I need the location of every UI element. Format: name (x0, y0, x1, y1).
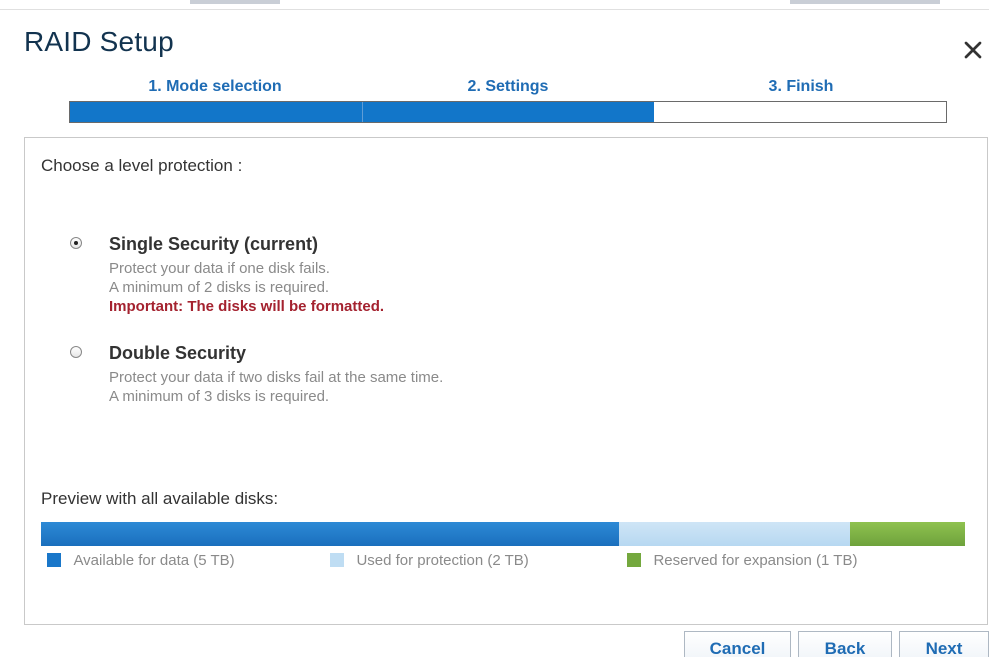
available-data-swatch (47, 553, 61, 567)
available-data-label: Available for data (5 TB) (73, 552, 235, 569)
available-data-segment (41, 522, 619, 546)
protection-swatch (330, 553, 344, 567)
next-button[interactable]: Next (899, 631, 989, 657)
protection-segment (618, 522, 850, 546)
step-finish: 3. Finish (768, 78, 834, 95)
top-edge-strip (0, 0, 989, 10)
double-security-title: Double Security (109, 343, 247, 363)
top-strip-stub (790, 0, 940, 4)
top-strip-stub (190, 0, 280, 4)
single-security-description: Protect your data if one disk fails. (109, 260, 330, 277)
single-security-minimum: A minimum of 2 disks is required. (109, 279, 330, 296)
single-security-radio[interactable] (70, 237, 82, 249)
reserved-expansion-segment (849, 522, 965, 546)
level-protection-title: Choose a level protection : (41, 156, 243, 175)
raid-level-panel: Choose a level protection : Single Secur… (24, 137, 988, 625)
double-security-minimum: A minimum of 3 disks is required. (109, 388, 330, 405)
raid-setup-dialog: RAID Setup 1. Mode selection 2. Settings… (0, 0, 989, 657)
disk-preview-title: Preview with all available disks: (41, 489, 279, 508)
step-settings: 2. Settings (467, 78, 549, 95)
format-warning: Important: The disks will be formatted. (109, 298, 385, 315)
disk-capacity-bar (41, 522, 965, 546)
wizard-progress-bar (69, 101, 947, 123)
double-security-description: Protect your data if two disks fail at t… (109, 369, 444, 386)
double-security-radio[interactable] (70, 346, 82, 358)
dialog-title: RAID Setup (24, 26, 174, 57)
back-button[interactable]: Back (798, 631, 892, 657)
legend-reserved-for-expansion: Reserved for expansion (1 TB) (627, 552, 857, 576)
reserved-expansion-label: Reserved for expansion (1 TB) (653, 552, 858, 569)
disk-capacity-legend: Available for data (5 TB) Used for prote… (47, 552, 947, 576)
legend-available-data: Available for data (5 TB) (47, 552, 235, 576)
single-security-title: Single Security (current) (109, 234, 319, 254)
close-icon[interactable] (961, 38, 985, 62)
cancel-button[interactable]: Cancel (684, 631, 791, 657)
reserved-expansion-swatch (627, 553, 641, 567)
wizard-steps: 1. Mode selection 2. Settings 3. Finish (69, 78, 947, 126)
step-mode-selection: 1. Mode selection (148, 78, 282, 95)
protection-label: Used for protection (2 TB) (356, 552, 529, 569)
progress-step-divider (362, 102, 363, 122)
legend-used-for-protection: Used for protection (2 TB) (330, 552, 529, 576)
